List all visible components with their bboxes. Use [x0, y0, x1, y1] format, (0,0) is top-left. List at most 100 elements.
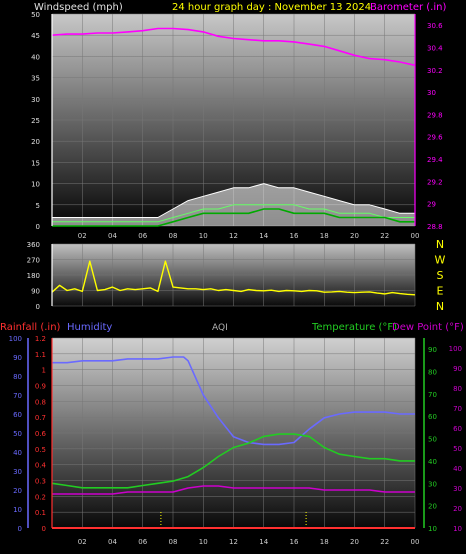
x-tick-label: 08: [169, 538, 178, 546]
rain-tick-label: 0.6: [35, 430, 47, 438]
x-tick-label: 06: [138, 232, 147, 240]
barometer-tick-label: 30.2: [427, 67, 443, 75]
x-tick-label: 14: [259, 538, 268, 546]
wind-tick-label: 25: [31, 117, 40, 125]
temperature-tick-label: 40: [428, 458, 437, 466]
temperature-tick-label: 60: [428, 413, 437, 421]
compass-letter: N: [436, 300, 444, 313]
humidity-tick-label: 70: [13, 392, 22, 400]
direction-tick-label: 360: [27, 241, 40, 249]
barometer-axis-label: Barometer (.in): [370, 2, 446, 13]
compass-letter: W: [435, 254, 446, 267]
temperature-tick-label: 90: [428, 346, 437, 354]
temperature-tick-label: 20: [428, 503, 437, 511]
compass-letter: E: [437, 285, 444, 298]
humidity-axis-label: Humidity: [67, 322, 112, 333]
x-tick-label: 04: [108, 232, 117, 240]
direction-tick-label: 270: [27, 257, 40, 265]
wind-tick-label: 45: [31, 32, 40, 40]
wind-tick-label: 15: [31, 159, 40, 167]
humidity-tick-label: 80: [13, 373, 22, 381]
temperature-tick-label: 70: [428, 391, 437, 399]
barometer-tick-label: 29.8: [427, 111, 443, 119]
x-tick-label: 04: [108, 538, 117, 546]
wind-tick-label: 10: [31, 181, 40, 189]
temperature-tick-label: 30: [428, 480, 437, 488]
x-tick-label: 08: [169, 232, 178, 240]
x-tick-label: 10: [199, 232, 208, 240]
x-tick-label: 16: [290, 538, 299, 546]
barometer-tick-label: 29.6: [427, 134, 443, 142]
dew-point-tick-label: 80: [453, 385, 462, 393]
temperature-tick-label: 10: [428, 525, 437, 533]
x-tick-label: 20: [350, 232, 359, 240]
chart-title: 24 hour graph day : November 13 2024: [172, 2, 371, 13]
direction-tick-label: 180: [27, 272, 40, 280]
barometer-tick-label: 30.4: [427, 44, 443, 52]
weather-graph: Windspeed (mph) 24 hour graph day : Nove…: [0, 2, 464, 546]
wind-tick-label: 20: [31, 138, 40, 146]
temperature-axis-label: Temperature (°F): [311, 322, 397, 333]
direction-tick-label: 0: [36, 303, 40, 311]
rain-tick-label: 0.1: [35, 509, 46, 517]
compass-letter: N: [436, 238, 444, 251]
wind-tick-label: 0: [36, 223, 40, 231]
rain-tick-label: 0.7: [35, 414, 46, 422]
rain-tick-label: 0: [42, 525, 46, 533]
dew-point-tick-label: 100: [449, 345, 462, 353]
wind-axis-label: Windspeed (mph): [34, 2, 123, 13]
rain-tick-label: 0.9: [35, 383, 46, 391]
wind-tick-label: 35: [31, 75, 40, 83]
humidity-tick-label: 100: [9, 335, 22, 343]
rain-tick-label: 0.3: [35, 478, 46, 486]
barometer-tick-label: 29.2: [427, 178, 443, 186]
compass-letter: S: [437, 269, 444, 282]
dew-point-tick-label: 70: [453, 405, 462, 413]
dew-point-tick-label: 90: [453, 365, 462, 373]
x-tick-label: 02: [78, 232, 87, 240]
barometer-tick-label: 29.4: [427, 156, 443, 164]
x-tick-label: 22: [380, 232, 389, 240]
x-tick-label: 12: [229, 232, 238, 240]
x-tick-label: 14: [259, 232, 268, 240]
x-tick-label: 00: [411, 538, 420, 546]
humidity-tick-label: 40: [13, 449, 22, 457]
wind-tick-label: 40: [31, 53, 40, 61]
x-tick-label: 10: [199, 538, 208, 546]
temperature-tick-label: 50: [428, 436, 437, 444]
dew-point-axis-label: Dew Point (°F): [392, 322, 464, 333]
rain-axis-label: Rainfall (.in): [0, 322, 61, 333]
wind-tick-label: 30: [31, 96, 40, 104]
x-tick-label: 20: [350, 538, 359, 546]
humidity-tick-label: 30: [13, 468, 22, 476]
humidity-tick-label: 90: [13, 354, 22, 362]
x-tick-label: 02: [78, 538, 87, 546]
humidity-tick-label: 10: [13, 506, 22, 514]
x-tick-label: 18: [320, 538, 329, 546]
rain-tick-label: 0.5: [35, 446, 46, 454]
barometer-tick-label: 30: [427, 89, 436, 97]
humidity-tick-label: 60: [13, 411, 22, 419]
rain-tick-label: 0.4: [35, 462, 47, 470]
x-tick-label: 18: [320, 232, 329, 240]
humidity-tick-label: 50: [13, 430, 22, 438]
x-tick-label: 12: [229, 538, 238, 546]
rain-tick-label: 0.8: [35, 398, 46, 406]
aqi-label: AQI: [212, 323, 228, 333]
temperature-tick-label: 80: [428, 369, 437, 377]
wind-tick-label: 50: [31, 11, 40, 19]
rain-tick-label: 1.1: [35, 351, 46, 359]
barometer-tick-label: 29: [427, 201, 436, 209]
rain-tick-label: 0.2: [35, 493, 46, 501]
dew-point-tick-label: 60: [453, 425, 462, 433]
x-tick-label: 22: [380, 538, 389, 546]
humidity-tick-label: 20: [13, 487, 22, 495]
dew-point-tick-label: 30: [453, 485, 462, 493]
rain-tick-label: 1: [42, 367, 46, 375]
x-tick-label: 16: [290, 232, 299, 240]
barometer-tick-label: 28.8: [427, 223, 443, 231]
dew-point-tick-label: 40: [453, 465, 462, 473]
x-tick-label: 06: [138, 538, 147, 546]
rain-tick-label: 1.2: [35, 335, 46, 343]
direction-tick-label: 90: [31, 288, 40, 296]
